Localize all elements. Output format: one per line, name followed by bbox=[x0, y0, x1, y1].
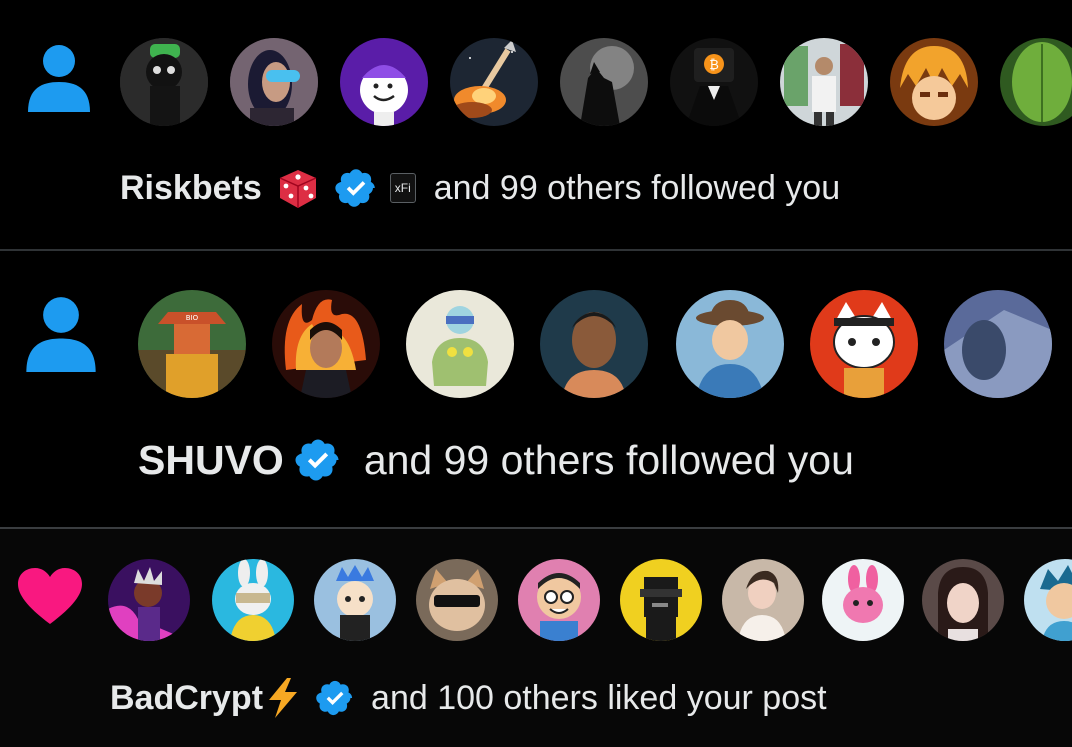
heart-icon bbox=[18, 568, 82, 624]
verified-badge-icon bbox=[315, 678, 355, 718]
notification-message: and 100 others liked your post bbox=[371, 678, 827, 717]
follower-avatar[interactable] bbox=[406, 290, 514, 398]
person-icon bbox=[26, 297, 96, 372]
verified-badge-icon bbox=[294, 436, 342, 484]
lightning-emoji bbox=[265, 678, 301, 718]
affiliate-badge[interactable]: xFi bbox=[389, 173, 416, 203]
liker-avatar[interactable] bbox=[822, 559, 904, 641]
follower-avatar[interactable] bbox=[676, 290, 784, 398]
follower-avatar[interactable] bbox=[540, 290, 648, 398]
notification-follow-1[interactable]: ₿ Riskbets xFi and 99 others followed yo… bbox=[0, 0, 1072, 249]
follower-avatar[interactable]: BIO bbox=[138, 290, 246, 398]
follower-avatar[interactable] bbox=[1000, 38, 1072, 126]
notification-message: and 99 others followed you bbox=[433, 168, 841, 207]
follower-avatar[interactable] bbox=[340, 38, 428, 126]
follower-avatar[interactable] bbox=[450, 38, 538, 126]
verified-badge-icon bbox=[334, 166, 378, 210]
follower-avatar[interactable]: ₿ bbox=[670, 38, 758, 126]
follower-avatar[interactable] bbox=[944, 290, 1052, 398]
liker-avatar[interactable] bbox=[922, 559, 1004, 641]
follower-avatar[interactable] bbox=[560, 38, 648, 126]
follower-avatar[interactable] bbox=[810, 290, 918, 398]
liker-avatar[interactable] bbox=[416, 559, 498, 641]
liker-avatar[interactable] bbox=[620, 559, 702, 641]
liker-avatar[interactable] bbox=[1024, 559, 1072, 641]
svg-text:₿: ₿ bbox=[709, 58, 719, 73]
notification-text: BadCrypt and 100 others liked your post bbox=[110, 674, 827, 722]
notification-text: Riskbets xFi and 99 others followed you bbox=[120, 162, 840, 214]
svg-text:BIO: BIO bbox=[186, 314, 199, 322]
user-name[interactable]: SHUVO bbox=[138, 437, 284, 484]
liker-avatar[interactable] bbox=[212, 559, 294, 641]
notification-like[interactable]: BadCrypt and 100 others liked your post bbox=[0, 529, 1072, 747]
liker-avatar[interactable] bbox=[722, 559, 804, 641]
notification-follow-2[interactable]: BIO SHUVO and 99 others followed you bbox=[0, 251, 1072, 527]
follower-avatar[interactable] bbox=[780, 38, 868, 126]
liker-avatar[interactable] bbox=[518, 559, 600, 641]
liker-avatar[interactable] bbox=[108, 559, 190, 641]
follower-avatar[interactable] bbox=[890, 38, 978, 126]
die-emoji bbox=[276, 166, 320, 210]
liker-avatar[interactable] bbox=[314, 559, 396, 641]
notification-message: and 99 others followed you bbox=[363, 436, 854, 483]
follower-avatar[interactable] bbox=[120, 38, 208, 126]
follower-avatar[interactable] bbox=[230, 38, 318, 126]
notification-text: SHUVO and 99 others followed you bbox=[138, 434, 854, 486]
follower-avatar[interactable] bbox=[272, 290, 380, 398]
user-name[interactable]: BadCrypt bbox=[110, 679, 263, 718]
user-name[interactable]: Riskbets bbox=[120, 169, 262, 208]
person-icon bbox=[28, 45, 90, 112]
